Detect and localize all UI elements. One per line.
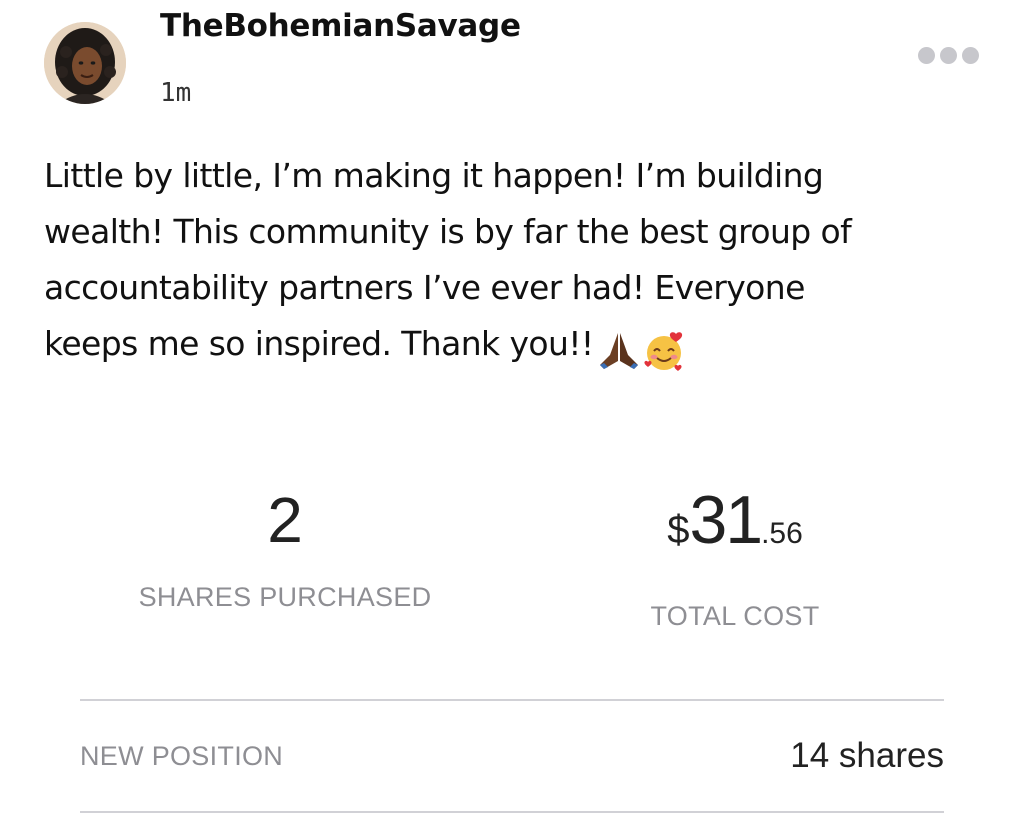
post-text: Little by little, I’m making it happen! … [44,148,984,378]
more-dots-icon [939,46,957,64]
post-header: TheBohemianSavage 1m [0,0,1024,120]
smiling-face-with-hearts-icon [644,331,682,371]
post-text-line: wealth! This community is by far the bes… [44,212,852,251]
divider [80,811,944,813]
post-text-line: accountability partners I’ve ever had! E… [44,268,805,307]
shares-purchased-value: 2 [267,484,303,556]
total-cost-stat: $31.56 TOTAL COST [560,480,910,632]
currency-symbol: $ [667,508,690,552]
more-dots-icon [961,46,979,64]
more-dots-icon [917,46,935,64]
post-timestamp: 1m [160,78,192,108]
total-cost-dollars: 31 [689,482,763,558]
total-cost-label: TOTAL COST [650,601,820,631]
new-position-row: NEW POSITION 14 shares [80,720,944,792]
post-text-line: keeps me so inspired. Thank you!! [44,324,594,363]
shares-purchased-label: SHARES PURCHASED [138,582,432,612]
shares-purchased-stat: 2 SHARES PURCHASED [110,480,460,613]
post-author[interactable]: TheBohemianSavage [160,8,521,44]
more-options-button[interactable] [910,40,986,70]
avatar[interactable] [44,22,126,104]
new-position-label: NEW POSITION [80,740,284,771]
total-cost-cents: .56 [761,517,803,550]
post-text-line-last: keeps me so inspired. Thank you!! [44,316,984,378]
emoji-group [596,322,686,378]
new-position-value: 14 shares [790,736,944,775]
post-text-line: Little by little, I’m making it happen! … [44,156,824,195]
total-cost-value: $31.56 [560,480,910,579]
avatar-image [44,22,126,104]
praying-hands-icon [599,332,638,369]
divider [80,699,944,701]
